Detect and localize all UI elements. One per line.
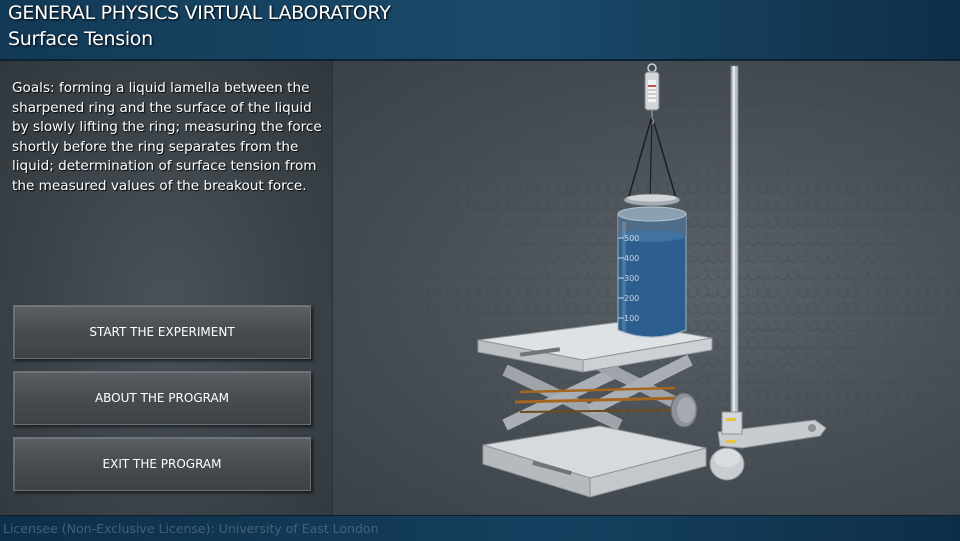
dynamometer[interactable] (644, 63, 660, 125)
beaker[interactable]: 500 400 300 200 100 (617, 206, 687, 338)
license-text: Licensee (Non-Exclusive License): Univer… (3, 521, 379, 536)
scale-label: 300 (624, 274, 639, 283)
footer-bar: Licensee (Non-Exclusive License): Univer… (0, 515, 960, 541)
scale-label: 400 (624, 254, 639, 263)
measuring-ring[interactable] (623, 115, 681, 207)
lab-jack[interactable] (477, 321, 713, 498)
scale-label: 500 (624, 234, 639, 243)
stand-base[interactable] (709, 411, 827, 481)
scale-label: 100 (624, 314, 639, 323)
scale-label: 200 (624, 294, 639, 303)
stand-rod (730, 65, 739, 427)
apparatus-illustration: 500 400 300 200 100 (477, 63, 827, 498)
